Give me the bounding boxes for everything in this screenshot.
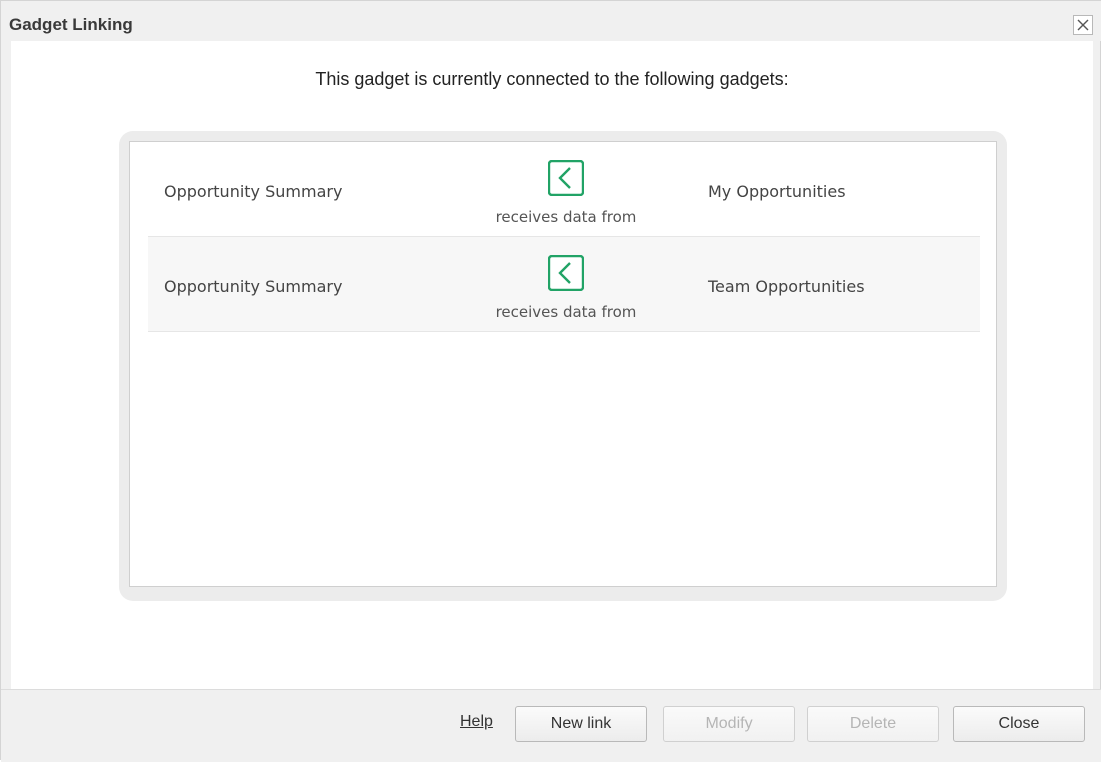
close-icon[interactable] [1073, 15, 1093, 35]
modify-button[interactable]: Modify [663, 706, 795, 742]
target-gadget: My Opportunities [708, 182, 846, 201]
delete-button[interactable]: Delete [807, 706, 939, 742]
title-bar: Gadget Linking [1, 1, 1101, 41]
close-button[interactable]: Close [953, 706, 1085, 742]
links-panel: Opportunity Summary receives data from M… [129, 141, 997, 587]
link-row[interactable]: Opportunity Summary receives data from M… [148, 142, 980, 237]
dialog-content: This gadget is currently connected to th… [11, 41, 1093, 689]
button-bar: Help New link Modify Delete Close [1, 689, 1101, 762]
new-link-button[interactable]: New link [515, 706, 647, 742]
close-glyph [1077, 19, 1089, 31]
dialog-title: Gadget Linking [9, 15, 133, 34]
link-row[interactable]: Opportunity Summary receives data from T… [148, 237, 980, 332]
source-gadget: Opportunity Summary [164, 182, 343, 201]
source-gadget: Opportunity Summary [164, 277, 343, 296]
relation-label: receives data from [495, 303, 637, 321]
gadget-linking-dialog: Gadget Linking This gadget is currently … [0, 0, 1101, 762]
target-gadget: Team Opportunities [708, 277, 865, 296]
connections-heading: This gadget is currently connected to th… [315, 69, 789, 89]
chevron-left-icon [547, 254, 585, 295]
help-link[interactable]: Help [460, 713, 493, 731]
relation-label: receives data from [495, 208, 637, 226]
chevron-left-icon [547, 159, 585, 200]
